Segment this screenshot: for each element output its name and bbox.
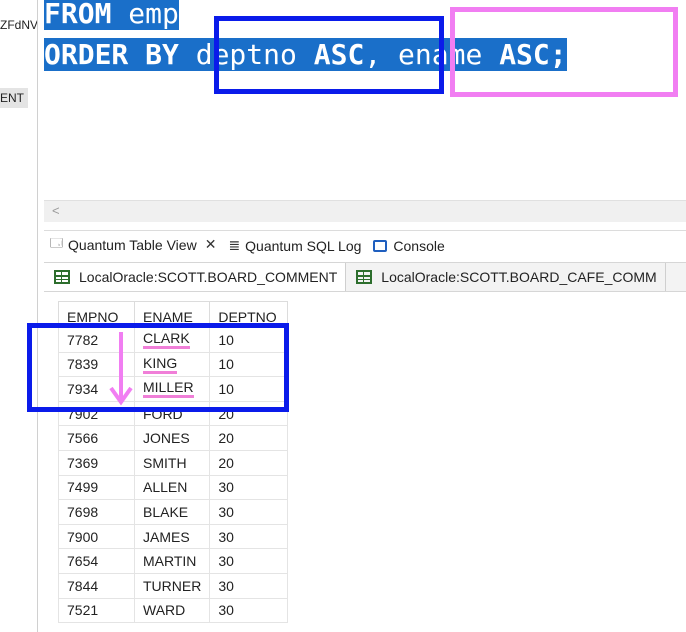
cell-ename[interactable]: KING — [133, 351, 211, 378]
left-panel-selected-item[interactable]: ENT — [0, 88, 28, 108]
cell-deptno[interactable]: 30 — [209, 474, 289, 501]
cell-deptno[interactable]: 20 — [209, 400, 289, 427]
cell-ename[interactable]: ALLEN — [133, 474, 211, 501]
column-header-deptno[interactable]: DEPTNO — [209, 301, 289, 328]
cell-ename[interactable]: FORD — [133, 400, 211, 427]
editor-horizontal-scrollbar[interactable]: < — [44, 200, 686, 222]
table-icon — [356, 270, 373, 284]
tab-label: Quantum SQL Log — [245, 237, 362, 254]
code-line-from: FROM emp — [44, 0, 179, 32]
cell-ename[interactable]: CLARK — [133, 327, 211, 353]
table-row[interactable]: 7934 MILLER 10 — [58, 376, 289, 402]
table-row[interactable]: 7369 SMITH 20 — [58, 449, 289, 476]
cell-deptno[interactable]: 20 — [209, 425, 289, 451]
cell-deptno[interactable]: 30 — [209, 572, 289, 599]
cell-deptno[interactable]: 20 — [209, 449, 289, 476]
left-panel: ZFdNV ENT — [0, 0, 38, 632]
sql-log-icon: ≣ — [228, 237, 241, 253]
column-header-ename[interactable]: ENAME — [133, 301, 211, 328]
cell-ename[interactable]: JONES — [133, 425, 211, 451]
result-tab-board-comment[interactable]: LocalOracle:SCOTT.BOARD_COMMENT — [44, 263, 347, 291]
order-column-ename: ename — [398, 38, 483, 71]
table-row[interactable]: 7902 FORD 20 — [58, 400, 289, 427]
highlighted-name: KING — [143, 355, 178, 374]
result-tab-bar: LocalOracle:SCOTT.BOARD_COMMENT LocalOra… — [44, 262, 686, 292]
scroll-left-arrow-icon[interactable]: < — [52, 203, 60, 218]
tab-console[interactable]: Console — [367, 231, 450, 261]
cell-empno[interactable]: 7566 — [58, 425, 135, 451]
table-row[interactable]: 7900 JAMES 30 — [58, 523, 289, 550]
console-icon — [373, 239, 388, 252]
close-icon[interactable]: ✕ — [205, 236, 217, 253]
result-tab-label: LocalOracle:SCOTT.BOARD_COMMENT — [79, 269, 338, 285]
table-row[interactable]: 7698 BLAKE 30 — [58, 499, 289, 525]
tab-label: Quantum Table View — [68, 236, 197, 253]
table-name: emp — [111, 0, 179, 30]
cell-deptno[interactable]: 30 — [209, 548, 289, 574]
tab-quantum-table-view[interactable]: 🗔 Quantum Table View ✕ — [44, 231, 223, 261]
cell-deptno[interactable]: 30 — [209, 499, 289, 525]
cell-ename[interactable]: JAMES — [133, 523, 211, 550]
table-icon — [54, 270, 70, 284]
table-row[interactable]: 7521 WARD 30 — [58, 597, 289, 624]
results-table: EMPNO ENAME DEPTNO 7782 CLARK 10 7839 KING 10… — [58, 301, 289, 624]
cell-empno[interactable]: 7521 — [58, 597, 135, 624]
tab-label: Console — [393, 237, 445, 254]
sql-editor[interactable]: FROM emp ORDER BY deptno ASC, ename ASC; — [44, 0, 686, 200]
cell-empno[interactable]: 7654 — [58, 548, 135, 574]
cell-empno[interactable]: 7698 — [58, 499, 135, 525]
header-row: EMPNO ENAME DEPTNO — [58, 301, 289, 328]
result-tab-label: LocalOracle:SCOTT.BOARD_CAFE_COMM — [381, 269, 657, 285]
keyword-order-by: ORDER BY — [44, 38, 179, 71]
cell-ename[interactable]: MILLER — [133, 376, 211, 402]
cell-empno[interactable]: 7844 — [58, 572, 135, 599]
keyword-from: FROM — [44, 0, 112, 30]
cell-deptno[interactable]: 30 — [209, 523, 289, 550]
cell-ename[interactable]: TURNER — [133, 572, 211, 599]
highlighted-name: CLARK — [143, 330, 190, 350]
semicolon: ; — [549, 38, 567, 71]
keyword-asc: ASC — [499, 38, 550, 71]
cell-ename[interactable]: WARD — [133, 597, 211, 624]
cell-ename[interactable]: BLAKE — [133, 499, 211, 525]
cell-deptno[interactable]: 10 — [209, 327, 289, 353]
results-body: 7782 CLARK 10 7839 KING 10 7934 MILLER 10 7902 FOR… — [58, 327, 289, 624]
column-header-empno[interactable]: EMPNO — [58, 301, 135, 328]
table-row[interactable]: 7844 TURNER 30 — [58, 572, 289, 599]
left-panel-text-fragment: ZFdNV — [0, 18, 38, 32]
table-row[interactable]: 7499 ALLEN 30 — [58, 474, 289, 501]
table-row[interactable]: 7782 CLARK 10 — [58, 327, 289, 353]
highlighted-name: MILLER — [143, 379, 194, 399]
table-row[interactable]: 7566 JONES 20 — [58, 425, 289, 451]
order-column-deptno: deptno — [195, 38, 297, 71]
cell-empno[interactable]: 7900 — [58, 523, 135, 550]
keyword-asc: ASC — [313, 38, 365, 71]
result-tab-board-cafe-comm[interactable]: LocalOracle:SCOTT.BOARD_CAFE_COMM — [346, 263, 666, 291]
table-view-icon: 🗔 — [50, 236, 64, 250]
cell-ename[interactable]: SMITH — [133, 449, 211, 476]
code-line-order-by: ORDER BY deptno ASC, ename ASC; — [44, 37, 567, 73]
cell-empno[interactable]: 7369 — [58, 449, 135, 476]
down-arrow-annotation-icon — [109, 332, 133, 406]
cell-empno[interactable]: 7499 — [58, 474, 135, 501]
cell-deptno[interactable]: 10 — [209, 376, 289, 402]
table-row[interactable]: 7654 MARTIN 30 — [58, 548, 289, 574]
view-tab-bar: 🗔 Quantum Table View ✕ ≣ Quantum SQL Log… — [44, 230, 686, 261]
tab-quantum-sql-log[interactable]: ≣ Quantum SQL Log — [222, 231, 367, 261]
cell-deptno[interactable]: 10 — [209, 351, 289, 378]
comma: , — [364, 38, 382, 71]
results-grid: EMPNO ENAME DEPTNO 7782 CLARK 10 7839 KING 10… — [58, 301, 289, 624]
cell-ename[interactable]: MARTIN — [133, 548, 211, 574]
cell-deptno[interactable]: 30 — [209, 597, 289, 624]
table-row[interactable]: 7839 KING 10 — [58, 351, 289, 378]
